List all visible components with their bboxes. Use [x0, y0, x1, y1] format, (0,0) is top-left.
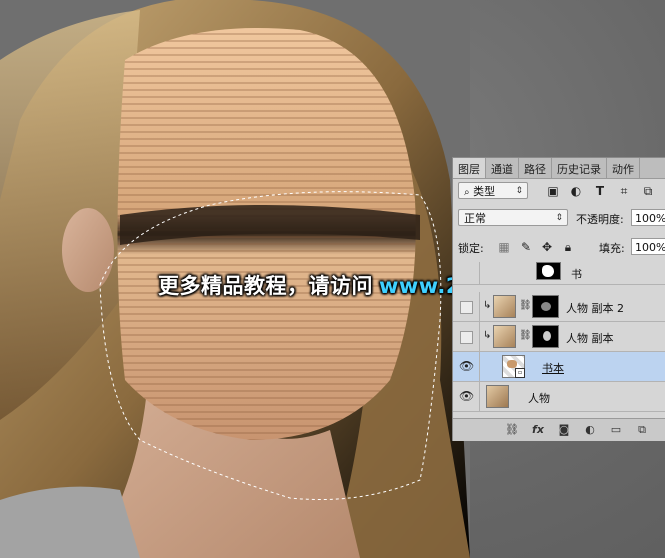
clipping-arrow-icon: ↳ [483, 330, 492, 341]
blend-row: 正常 ⇕ 不透明度: 100% [453, 209, 665, 227]
layer-name: 书本 [542, 362, 564, 375]
panel-bottom-toolbar: ⛓ fx ◙ ◐ ▭ ⧉ [453, 418, 665, 441]
layer-name: 人物 副本 [566, 332, 614, 345]
tab-history[interactable]: 历史记录 [552, 158, 607, 178]
visibility-cell[interactable] [453, 292, 480, 321]
visibility-cell[interactable] [453, 322, 480, 351]
visibility-cell[interactable] [453, 262, 480, 284]
smart-object-badge-icon: ▫ [515, 368, 525, 378]
layer-row-shuben[interactable]: 👁︎ ▫ 书本 [453, 352, 665, 382]
link-layers-icon[interactable]: ⛓ [505, 423, 519, 437]
eye-icon[interactable]: 👁︎ [459, 360, 474, 372]
visibility-toggle[interactable] [460, 331, 473, 344]
smart-object-filter-icon[interactable]: ⧉ [641, 184, 655, 198]
chevron-updown-icon: ⇕ [515, 186, 523, 196]
adjustment-filter-icon[interactable]: ◐ [569, 184, 583, 198]
lock-move-icon[interactable]: ✥ [540, 240, 554, 254]
visibility-cell[interactable]: 👁︎ [453, 382, 480, 411]
lock-all-icon[interactable]: 🔒︎ [561, 240, 575, 254]
add-mask-icon[interactable]: ◙ [557, 423, 571, 437]
tab-paths[interactable]: 路径 [519, 158, 552, 178]
layer-row-renwu[interactable]: 👁︎ 人物 [453, 382, 665, 412]
layer-mask-thumbnail[interactable] [532, 295, 559, 318]
panel-tabs: 图层 通道 路径 历史记录 动作 [453, 158, 665, 179]
layer-thumbnail[interactable] [493, 325, 516, 348]
smart-object-thumbnail[interactable]: ▫ [502, 355, 525, 378]
filter-row: ⌕ 类型 ⇕ ▣ ◐ T ⌗ ⧉ [453, 182, 665, 200]
chevron-updown-icon: ⇕ [555, 213, 563, 223]
link-icon[interactable]: ⛓ [519, 300, 532, 311]
tab-layers[interactable]: 图层 [453, 158, 486, 178]
lock-paint-icon[interactable]: ✎ [519, 240, 533, 254]
tab-actions[interactable]: 动作 [607, 158, 640, 178]
layer-mask-thumbnail[interactable] [532, 325, 559, 348]
filter-type-select[interactable]: ⌕ 类型 ⇕ [458, 182, 528, 199]
lock-row: 锁定: ▦ ✎ ✥ 🔒︎ 填充: 100% [453, 238, 665, 256]
layer-name: 书 [571, 268, 582, 281]
eye-icon[interactable]: 👁︎ [459, 390, 474, 402]
watermark-cn: 更多精品教程，请访问 [158, 274, 373, 298]
visibility-cell[interactable]: 👁︎ [453, 352, 480, 381]
opacity-label: 不透明度: [576, 213, 624, 226]
visibility-toggle[interactable] [460, 301, 473, 314]
layer-thumbnail[interactable] [486, 385, 509, 408]
blend-mode-select[interactable]: 正常 ⇕ [458, 209, 568, 226]
layer-name: 人物 副本 2 [566, 302, 624, 315]
fill-label: 填充: [599, 242, 625, 255]
clipping-arrow-icon: ↳ [483, 300, 492, 311]
layers-panel: 图层 通道 路径 历史记录 动作 ⌕ 类型 ⇕ ▣ ◐ T ⌗ ⧉ 正常 ⇕ 不… [452, 157, 665, 441]
layer-row-renwu-copy[interactable]: ↳ ⛓ 人物 副本 [453, 322, 665, 352]
new-group-icon[interactable]: ▭ [609, 423, 623, 437]
layer-mask-thumbnail[interactable] [536, 262, 561, 280]
lock-transparent-icon[interactable]: ▦ [497, 240, 511, 254]
lock-label: 锁定: [458, 242, 484, 255]
layer-row-shu[interactable]: 书 [453, 262, 665, 285]
type-filter-icon[interactable]: T [593, 184, 607, 198]
fx-icon[interactable]: fx [531, 423, 545, 437]
search-icon: ⌕ [464, 187, 470, 198]
filter-type-value: 类型 [473, 185, 496, 198]
tab-channels[interactable]: 通道 [486, 158, 519, 178]
layer-name: 人物 [528, 392, 550, 405]
image-filter-icon[interactable]: ▣ [546, 184, 560, 198]
blend-mode-value: 正常 [464, 212, 486, 225]
new-adjustment-icon[interactable]: ◐ [583, 423, 597, 437]
link-icon[interactable]: ⛓ [519, 330, 532, 341]
opacity-field[interactable]: 100% [631, 209, 665, 226]
shape-filter-icon[interactable]: ⌗ [617, 184, 631, 198]
fill-field[interactable]: 100% [631, 238, 665, 255]
layer-row-renwu-copy2[interactable]: ↳ ⛓ 人物 副本 2 [453, 292, 665, 322]
layer-thumbnail[interactable] [493, 295, 516, 318]
new-layer-icon[interactable]: ⧉ [635, 423, 649, 437]
